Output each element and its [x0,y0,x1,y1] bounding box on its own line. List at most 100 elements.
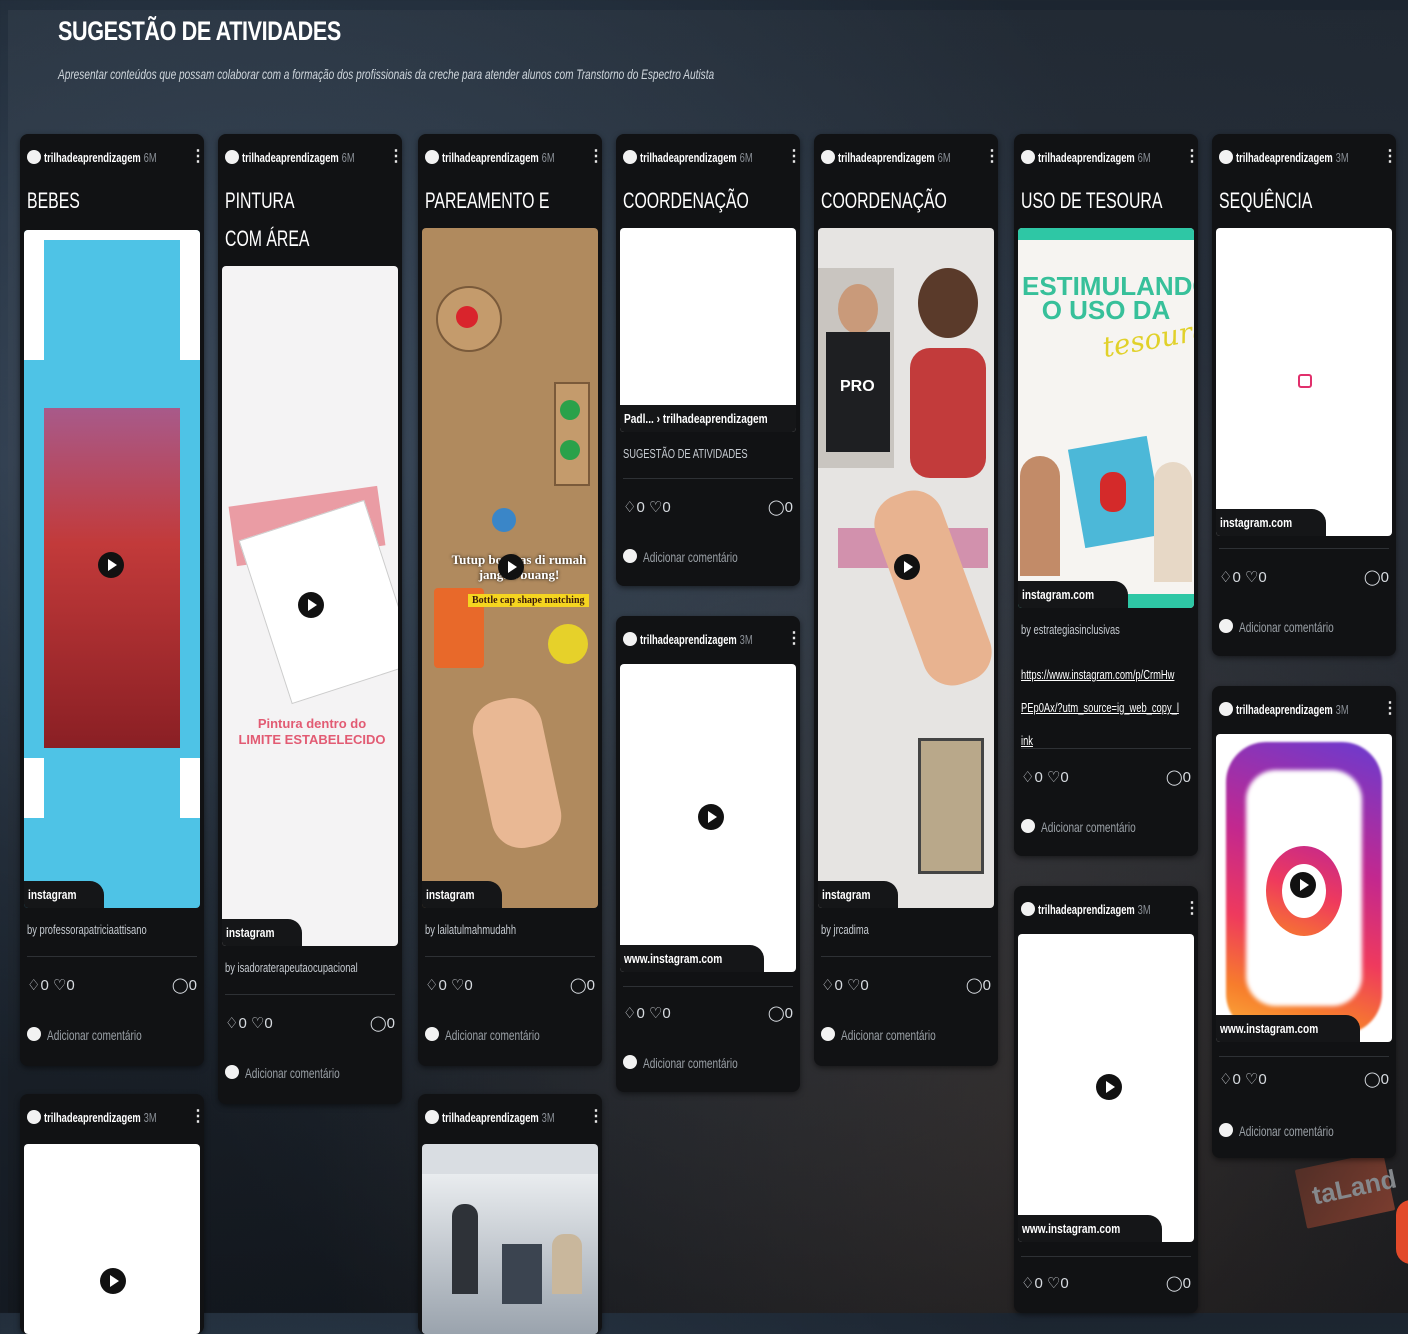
avatar[interactable] [1021,902,1035,916]
like-icon[interactable]: ♢ [425,977,438,994]
post-card[interactable]: trilhadeaprendizagem 3M ⋮ [418,1094,602,1334]
post-media[interactable] [422,1144,598,1334]
like-icon[interactable]: ♢ [1219,1071,1232,1088]
like-icon[interactable]: ♢ [27,977,40,994]
more-options-icon[interactable]: ⋮ [1382,698,1396,718]
add-comment[interactable]: Adicionar comentário [623,1052,799,1074]
add-comment[interactable]: Adicionar comentário [27,1024,203,1046]
more-options-icon[interactable]: ⋮ [190,146,204,166]
play-icon[interactable] [98,552,124,578]
author-name[interactable]: trilhadeaprendizagem 3M [44,1110,157,1125]
add-comment[interactable]: Adicionar comentário [1219,1120,1395,1142]
add-post-button[interactable] [1396,1200,1408,1264]
post-card[interactable]: trilhadeaprendizagem6M ⋮ COORDENAÇÃO MOT… [814,134,998,1066]
post-card[interactable]: trilhadeaprendizagem 3M ⋮ www.instagram.c… [1014,886,1198,1313]
post-media[interactable]: Pintura dentro do LIMITE ESTABELECIDO ins… [222,266,398,946]
play-icon[interactable] [100,1268,126,1294]
like-icon[interactable]: ♢ [1021,769,1034,786]
more-options-icon[interactable]: ⋮ [1184,146,1198,166]
more-options-icon[interactable]: ⋮ [786,628,800,648]
post-card[interactable]: trilhadeaprendizagem 6M ⋮ USO DE TESOURA … [1014,134,1198,856]
post-card[interactable]: trilhadeaprendizagem 6M ⋮ PINTURA COM ÁRE… [218,134,402,1104]
more-options-icon[interactable]: ⋮ [984,146,998,166]
source-tag[interactable]: www.instagram.com [1216,1015,1360,1042]
dislike-icon[interactable]: ♡ [649,1005,662,1022]
author-name[interactable]: trilhadeaprendizagem 3M [640,632,753,647]
play-icon[interactable] [1290,872,1316,898]
source-tag[interactable]: Padl... › trilhadeaprendizagem [620,405,796,432]
source-tag[interactable]: instagram [818,881,899,908]
avatar[interactable] [425,1110,439,1124]
dislike-icon[interactable]: ♡ [53,977,66,994]
add-comment[interactable]: Adicionar comentário [225,1062,401,1084]
comment-icon[interactable]: ◯ [172,977,189,994]
comment-icon[interactable]: ◯ [768,1005,785,1022]
post-media[interactable]: PRO instagram [818,228,994,908]
source-tag[interactable]: instagram [422,881,503,908]
avatar[interactable] [27,1110,41,1124]
avatar[interactable] [821,150,835,164]
post-card[interactable]: trilhadeaprendizagem6M ⋮ PAREAMENTO E CO… [418,134,602,1066]
dislike-icon[interactable]: ♡ [1047,769,1060,786]
author-name[interactable]: trilhadeaprendizagem 6M [442,150,555,165]
play-icon[interactable] [498,554,524,580]
add-comment[interactable]: Adicionar comentário [623,546,799,568]
dislike-icon[interactable]: ♡ [1245,1071,1258,1088]
avatar[interactable] [27,150,41,164]
more-options-icon[interactable]: ⋮ [1382,146,1396,166]
post-media[interactable]: ESTIMULANDO O USO DA tesoura instagram.co… [1018,228,1194,608]
post-card[interactable]: trilhadeaprendizagem 6M ⋮ BEBES instagram… [20,134,204,1066]
avatar[interactable] [1219,702,1233,716]
dislike-icon[interactable]: ♡ [847,977,860,994]
more-options-icon[interactable]: ⋮ [786,146,800,166]
post-card[interactable]: trilhadeaprendizagem6M ⋮ COORDENAÇÃO MOT… [616,134,800,586]
author-name[interactable]: trilhadeaprendizagem 6M [242,150,355,165]
comment-icon[interactable]: ◯ [370,1015,387,1032]
post-media[interactable]: Padl... › trilhadeaprendizagem [620,228,796,432]
author-name[interactable]: trilhadeaprendizagem 3M [1236,150,1349,165]
avatar[interactable] [623,632,637,646]
dislike-icon[interactable]: ♡ [649,499,662,516]
comment-icon[interactable]: ◯ [966,977,983,994]
add-comment[interactable]: Adicionar comentário [1021,816,1197,838]
post-media[interactable]: www.instagram.com [1216,734,1392,1042]
avatar[interactable] [425,150,439,164]
add-comment[interactable]: Adicionar comentário [425,1024,601,1046]
post-media[interactable]: Tutup botol as di rumah jangan buang! Bot… [422,228,598,908]
like-icon[interactable]: ♢ [225,1015,238,1032]
add-comment[interactable]: Adicionar comentário [821,1024,997,1046]
comment-icon[interactable]: ◯ [570,977,587,994]
play-icon[interactable] [698,804,724,830]
dislike-icon[interactable]: ♡ [1047,1275,1060,1292]
post-media[interactable]: www.instagram.com [620,664,796,972]
more-options-icon[interactable]: ⋮ [190,1106,204,1126]
source-tag[interactable]: instagram.com [1018,581,1129,608]
comment-icon[interactable]: ◯ [1364,569,1381,586]
dislike-icon[interactable]: ♡ [1245,569,1258,586]
more-options-icon[interactable]: ⋮ [588,146,602,166]
more-options-icon[interactable]: ⋮ [588,1106,602,1126]
post-card[interactable]: trilhadeaprendizagem 3M ⋮ SEQUÊNCIA insta… [1212,134,1396,656]
post-link[interactable]: https://www.instagram.com/p/CrmHwPEp0Ax/… [1021,658,1179,757]
avatar[interactable] [225,150,239,164]
source-tag[interactable]: instagram [24,881,105,908]
author-name[interactable]: trilhadeaprendizagem 6M [838,150,951,165]
post-card[interactable]: trilhadeaprendizagem 3M ⋮ [20,1094,204,1334]
more-options-icon[interactable]: ⋮ [1184,898,1198,918]
like-icon[interactable]: ♢ [623,499,636,516]
post-media[interactable]: instagram.com [1216,228,1392,536]
avatar[interactable] [1219,150,1233,164]
add-comment[interactable]: Adicionar comentário [1219,616,1395,638]
post-card[interactable]: trilhadeaprendizagem 3M ⋮ www.instagram.c… [1212,686,1396,1158]
like-icon[interactable]: ♢ [1219,569,1232,586]
dislike-icon[interactable]: ♡ [451,977,464,994]
like-icon[interactable]: ♢ [821,977,834,994]
author-name[interactable]: trilhadeaprendizagem 3M [1038,902,1151,917]
post-card[interactable]: trilhadeaprendizagem 3M ⋮ www.instagram.c… [616,616,800,1092]
avatar[interactable] [1021,150,1035,164]
more-options-icon[interactable]: ⋮ [388,146,402,166]
post-media[interactable]: www.instagram.com [1018,934,1194,1242]
source-tag[interactable]: instagram.com [1216,509,1327,536]
source-tag[interactable]: www.instagram.com [1018,1215,1162,1242]
author-name[interactable]: trilhadeaprendizagem 3M [442,1110,555,1125]
